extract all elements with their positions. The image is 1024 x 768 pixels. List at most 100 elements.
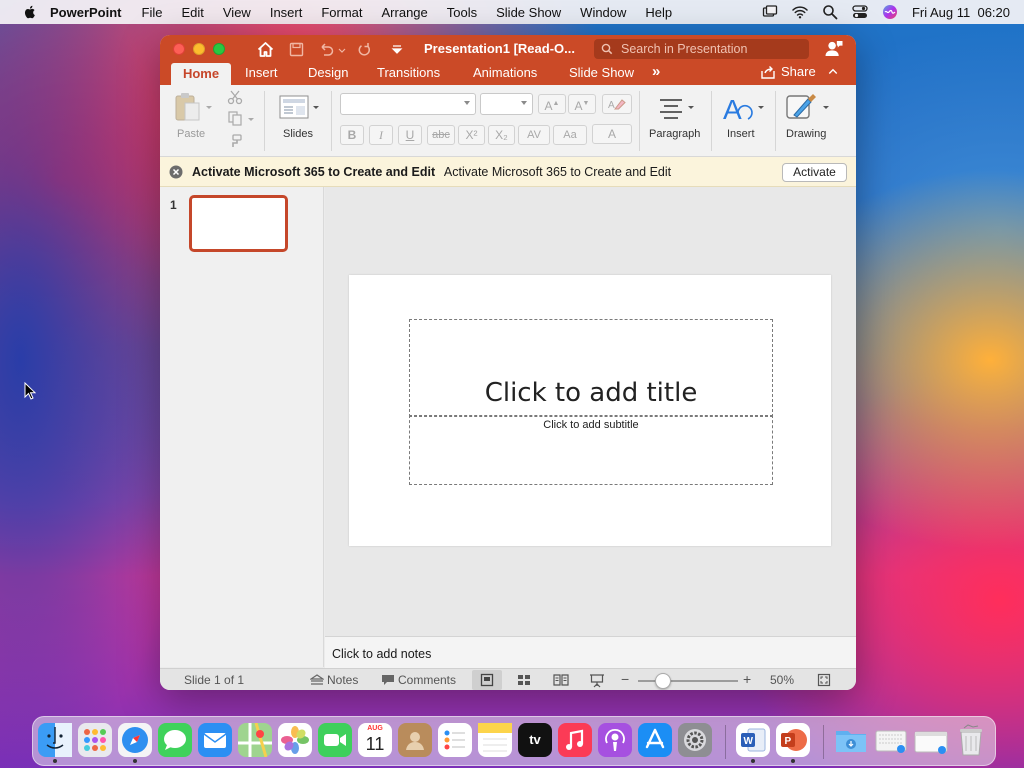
dock-mail[interactable] xyxy=(198,723,232,757)
notes-pane[interactable]: Click to add notes xyxy=(325,636,856,668)
menu-slide-show[interactable]: Slide Show xyxy=(496,5,561,20)
zoom-window-button[interactable] xyxy=(213,43,225,55)
menu-format[interactable]: Format xyxy=(321,5,362,20)
comments-icon[interactable] xyxy=(381,674,395,686)
comments-toggle[interactable]: Comments xyxy=(398,673,456,687)
clear-formatting-button[interactable]: A xyxy=(602,94,632,114)
dock-trash[interactable] xyxy=(954,723,988,757)
dock-launchpad[interactable] xyxy=(78,723,112,757)
font-size-dropdown-icon[interactable] xyxy=(521,101,527,105)
slide-sorter-view-icon[interactable] xyxy=(517,673,531,687)
customize-toolbar-icon[interactable] xyxy=(391,41,403,58)
screen-mirroring-icon[interactable] xyxy=(762,4,778,20)
dock-notes[interactable] xyxy=(478,723,512,757)
dock-screenshot-stack[interactable] xyxy=(874,723,908,757)
reading-view-icon[interactable] xyxy=(553,673,569,687)
dock-apple-tv[interactable]: tv xyxy=(518,723,552,757)
slide-show-view-icon[interactable] xyxy=(589,673,605,688)
dock-facetime[interactable] xyxy=(318,723,352,757)
zoom-slider-track[interactable] xyxy=(638,680,738,682)
notes-toggle[interactable]: Notes xyxy=(327,673,358,687)
wifi-icon[interactable] xyxy=(792,4,808,20)
undo-icon[interactable] xyxy=(318,41,335,58)
drawing-label[interactable]: Drawing xyxy=(786,128,826,140)
italic-button[interactable]: I xyxy=(369,125,393,145)
font-name-dropdown-icon[interactable] xyxy=(464,101,470,105)
increase-font-size-button[interactable]: A▲ xyxy=(538,94,566,114)
search-input[interactable]: Search in Presentation xyxy=(594,39,809,59)
cut-icon[interactable] xyxy=(227,89,243,105)
font-size-combobox[interactable] xyxy=(480,93,533,115)
account-icon[interactable] xyxy=(824,40,844,57)
dock-podcasts[interactable] xyxy=(598,723,632,757)
subtitle-placeholder[interactable]: Click to add subtitle xyxy=(409,415,773,485)
tab-transitions[interactable]: Transitions xyxy=(377,65,440,80)
dock-maps[interactable] xyxy=(238,722,272,758)
insert-label[interactable]: Insert xyxy=(727,128,755,140)
bold-button[interactable]: B xyxy=(340,125,364,145)
dock-calendar[interactable]: AUG 11 xyxy=(358,723,392,757)
dock-photos[interactable] xyxy=(278,723,312,757)
tab-insert[interactable]: Insert xyxy=(245,65,278,80)
collapse-ribbon-chevron-icon[interactable] xyxy=(827,65,839,79)
copy-icon[interactable] xyxy=(227,110,243,126)
title-placeholder[interactable]: Click to add title xyxy=(409,319,773,417)
control-center-icon[interactable] xyxy=(852,4,868,20)
undo-dropdown-icon[interactable] xyxy=(338,41,346,58)
insert-dropdown-icon[interactable] xyxy=(757,103,765,111)
minimize-window-button[interactable] xyxy=(193,43,205,55)
drawing-dropdown-icon[interactable] xyxy=(822,103,830,111)
dock-messages[interactable] xyxy=(158,723,192,757)
paragraph-label[interactable]: Paragraph xyxy=(649,128,700,140)
decrease-font-size-button[interactable]: A▼ xyxy=(568,94,596,114)
slide[interactable]: Click to add title Click to add subtitle xyxy=(349,275,831,546)
fit-to-window-icon[interactable] xyxy=(817,673,831,687)
dock-word[interactable]: W xyxy=(736,723,770,757)
home-icon[interactable] xyxy=(257,41,274,58)
dock-contacts[interactable] xyxy=(398,723,432,757)
dock-reminders[interactable] xyxy=(438,723,472,757)
dock-system-preferences[interactable] xyxy=(678,723,712,757)
menu-window[interactable]: Window xyxy=(580,5,626,20)
new-slide-icon[interactable] xyxy=(279,95,309,121)
zoom-level[interactable]: 50% xyxy=(770,673,794,687)
font-color-button[interactable]: A xyxy=(592,124,632,144)
dock-screenshot-window[interactable] xyxy=(914,723,948,757)
tab-animations[interactable]: Animations xyxy=(473,65,537,80)
menu-file[interactable]: File xyxy=(142,5,163,20)
menu-insert[interactable]: Insert xyxy=(270,5,303,20)
close-window-button[interactable] xyxy=(173,43,185,55)
dock-music[interactable] xyxy=(558,723,592,757)
siri-icon[interactable] xyxy=(882,4,898,20)
paste-dropdown-icon[interactable] xyxy=(205,103,213,111)
paragraph-dropdown-icon[interactable] xyxy=(687,103,695,111)
dock-powerpoint[interactable]: P xyxy=(776,723,810,757)
slide-thumbnail[interactable] xyxy=(189,195,288,252)
dismiss-notice-icon[interactable] xyxy=(169,165,183,179)
zoom-slider-thumb[interactable] xyxy=(655,673,671,689)
menu-arrange[interactable]: Arrange xyxy=(382,5,428,20)
zoom-out-button[interactable]: − xyxy=(621,671,629,687)
font-name-combobox[interactable] xyxy=(340,93,476,115)
menu-edit[interactable]: Edit xyxy=(181,5,203,20)
dock-finder[interactable] xyxy=(38,723,72,757)
paragraph-icon[interactable] xyxy=(658,97,684,119)
dock-safari[interactable] xyxy=(118,723,152,757)
superscript-button[interactable]: X² xyxy=(458,125,485,145)
apple-icon[interactable] xyxy=(22,4,38,20)
save-icon[interactable] xyxy=(288,41,305,58)
menubar-clock[interactable]: Fri Aug 11 06:20 xyxy=(912,5,1010,20)
dock-downloads-folder[interactable] xyxy=(834,723,868,757)
strikethrough-button[interactable]: abc xyxy=(427,125,455,145)
drawing-brush-icon[interactable] xyxy=(786,91,822,123)
copy-dropdown-icon[interactable] xyxy=(247,115,255,123)
format-painter-icon[interactable] xyxy=(227,133,243,149)
character-spacing-button[interactable]: AV xyxy=(518,125,550,145)
tab-design[interactable]: Design xyxy=(308,65,348,80)
change-case-button[interactable]: Aa xyxy=(553,125,587,145)
notes-icon[interactable] xyxy=(310,674,324,686)
menu-tools[interactable]: Tools xyxy=(447,5,477,20)
dock-app-store[interactable] xyxy=(638,723,672,757)
spotlight-search-icon[interactable] xyxy=(822,4,838,20)
slides-label[interactable]: Slides xyxy=(283,128,313,140)
